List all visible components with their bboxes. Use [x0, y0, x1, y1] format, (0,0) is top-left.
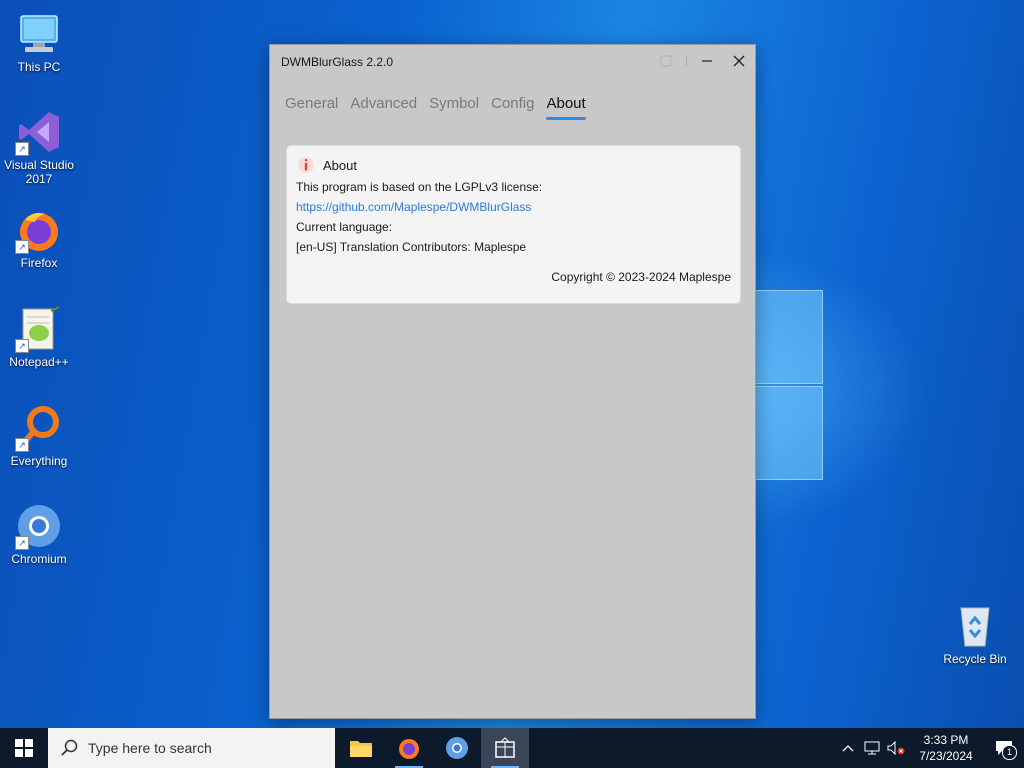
github-link[interactable]: https://github.com/Maplespe/DWMBlurGlass: [296, 200, 531, 214]
minimize-button[interactable]: [691, 46, 723, 76]
desktop-icon-label: Chromium: [11, 552, 67, 566]
tab-symbol[interactable]: Symbol: [429, 95, 479, 118]
desktop-icon-label: Everything: [10, 454, 68, 468]
windows-logo-pane: [755, 386, 823, 480]
about-card: About This program is based on the LGPLv…: [286, 145, 741, 304]
action-center-button[interactable]: 1: [984, 728, 1024, 768]
controls-divider: [686, 56, 687, 66]
clock-date: 7/23/2024: [919, 749, 973, 763]
desktop-icon-everything[interactable]: ↗ Everything: [1, 404, 77, 468]
desktop-icon-label: Notepad++: [9, 355, 69, 369]
shortcut-arrow-icon: ↗: [15, 438, 29, 452]
desktop-icon-notepadpp[interactable]: ↗ Notepad++: [1, 305, 77, 369]
visual-studio-icon: ↗: [15, 108, 63, 156]
dwmblurglass-window: DWMBlurGlass 2.2.0 General Advanced Symb…: [269, 44, 756, 719]
language-label: Current language:: [296, 220, 393, 234]
search-placeholder: Type here to search: [88, 740, 212, 756]
desktop-icon-label: Visual Studio 2017: [4, 158, 74, 186]
shortcut-arrow-icon: ↗: [15, 339, 29, 353]
windows-start-icon: [15, 739, 33, 757]
firefox-icon: ↗: [15, 206, 63, 254]
chromium-icon: ↗: [15, 502, 63, 550]
taskbar-firefox[interactable]: [385, 728, 433, 768]
tab-about[interactable]: About: [546, 95, 586, 120]
start-button[interactable]: [0, 728, 48, 768]
window-title: DWMBlurGlass 2.2.0: [281, 55, 394, 69]
desktop-icon-label: Firefox: [20, 256, 58, 270]
desktop-icon-this-pc[interactable]: This PC: [1, 10, 77, 74]
info-icon: [298, 157, 314, 173]
taskbar-clock[interactable]: 3:33 PM 7/23/2024: [908, 732, 984, 764]
desktop: This PC ↗ Visual Studio 2017 ↗ Firefox ↗…: [0, 0, 1024, 728]
tab-config[interactable]: Config: [491, 95, 534, 118]
volume-muted-icon[interactable]: [884, 728, 908, 768]
taskbar-file-explorer[interactable]: [337, 728, 385, 768]
close-button[interactable]: [723, 46, 755, 76]
system-tray: 3:33 PM 7/23/2024 1: [836, 728, 1024, 768]
show-hidden-icons-chevron-icon[interactable]: [836, 728, 860, 768]
shortcut-arrow-icon: ↗: [15, 536, 29, 550]
everything-search-icon: ↗: [15, 404, 63, 452]
windows-logo-pane: [755, 290, 823, 384]
taskbar-chromium[interactable]: [433, 728, 481, 768]
taskbar-search-box[interactable]: Type here to search: [48, 728, 335, 768]
recycle-bin-icon: [951, 602, 999, 650]
shortcut-arrow-icon: ↗: [15, 142, 29, 156]
search-icon: [60, 739, 80, 757]
pin-icon[interactable]: [650, 46, 682, 76]
desktop-icon-label: This PC: [17, 60, 61, 74]
desktop-icon-chromium[interactable]: ↗ Chromium: [1, 502, 77, 566]
desktop-icon-firefox[interactable]: ↗ Firefox: [1, 206, 77, 270]
tab-advanced[interactable]: Advanced: [350, 95, 417, 118]
taskbar-dwmblurglass[interactable]: [481, 728, 529, 768]
window-controls: [650, 45, 755, 77]
desktop-icon-recycle-bin[interactable]: Recycle Bin: [937, 602, 1013, 666]
notepadpp-icon: ↗: [15, 305, 63, 353]
firefox-icon: [399, 739, 419, 759]
about-heading: About: [323, 157, 357, 173]
license-text: This program is based on the LGPLv3 lice…: [296, 180, 543, 194]
shortcut-arrow-icon: ↗: [15, 240, 29, 254]
desktop-icon-visual-studio[interactable]: ↗ Visual Studio 2017: [1, 108, 77, 186]
folder-icon: [350, 741, 372, 757]
chromium-icon: [446, 737, 468, 759]
network-icon[interactable]: [860, 728, 884, 768]
translation-contributors: [en-US] Translation Contributors: Maples…: [296, 240, 527, 254]
notification-count-badge: 1: [1002, 745, 1017, 760]
dwmblurglass-app-icon: [495, 737, 515, 758]
copyright-text: Copyright © 2023-2024 Maplespe: [551, 270, 731, 284]
clock-time: 3:33 PM: [923, 733, 969, 747]
taskbar: Type here to search 3:33 PM 7/23/2024 1: [0, 728, 1024, 768]
desktop-icon-label: Recycle Bin: [943, 652, 1007, 666]
about-header: About: [297, 156, 357, 174]
monitor-icon: [15, 10, 63, 58]
tab-bar: General Advanced Symbol Config About: [285, 95, 586, 120]
tab-general[interactable]: General: [285, 95, 338, 118]
